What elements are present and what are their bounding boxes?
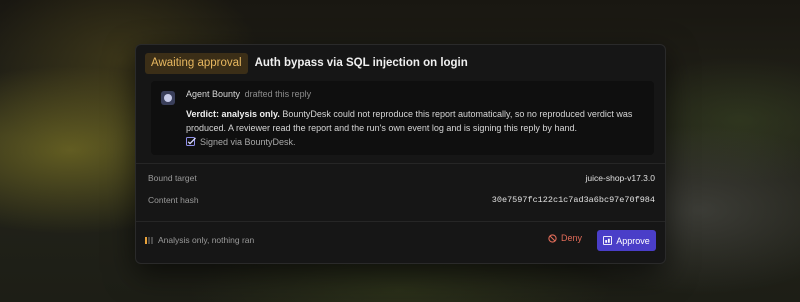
analysis-status: Analysis only, nothing ran (145, 235, 254, 245)
analysis-status-text: Analysis only, nothing ran (158, 235, 255, 245)
signed-line: Signed via BountyDesk. (186, 137, 296, 147)
divider (136, 163, 665, 164)
robot-avatar-icon (161, 91, 175, 105)
progress-bars-icon (145, 236, 153, 244)
signed-text: Signed via BountyDesk. (200, 137, 296, 147)
ban-icon (548, 233, 557, 243)
bound-target-value: juice-shop-v17.3.0 (585, 173, 655, 183)
bound-target-row: Bound target juice-shop-v17.3.0 (148, 173, 655, 183)
reply-action: drafted this reply (244, 89, 312, 99)
approve-icon (603, 236, 613, 245)
divider (136, 221, 665, 222)
report-title: Auth bypass via SQL injection on login (254, 57, 468, 69)
approve-button[interactable]: Approve (597, 230, 656, 251)
content-hash-label: Content hash (148, 195, 199, 205)
content-hash-value: 30e7597fc122c1c7ad3a6bc97e70f984 (491, 195, 655, 205)
reply-author: Agent Bounty (186, 89, 241, 99)
deny-button[interactable]: Deny (548, 233, 582, 243)
status-badge: Awaiting approval (145, 52, 248, 74)
drafted-reply: Agent Bounty drafted this reply Verdict:… (151, 81, 654, 155)
card-header: Awaiting approval Auth bypass via SQL in… (145, 52, 468, 74)
deny-label: Deny (561, 233, 583, 243)
bound-target-label: Bound target (148, 173, 197, 183)
approval-card: Awaiting approval Auth bypass via SQL in… (135, 44, 666, 264)
reply-meta: Agent Bounty drafted this reply (186, 89, 311, 99)
reply-message: Verdict: analysis only. BountyDesk could… (186, 107, 646, 135)
approve-label: Approve (616, 235, 650, 246)
content-hash-row: Content hash 30e7597fc122c1c7ad3a6bc97e7… (148, 195, 655, 205)
checkbox-check-icon (186, 137, 196, 146)
verdict-label: Verdict: analysis only. (186, 109, 280, 119)
